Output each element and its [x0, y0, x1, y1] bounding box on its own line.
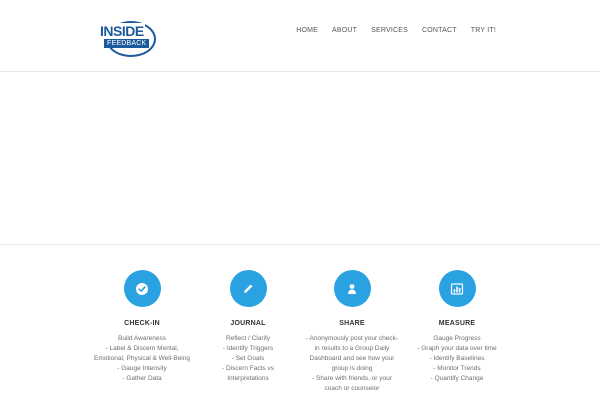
feature-line: coach or counselor — [324, 385, 380, 392]
share-icon-circle[interactable] — [333, 270, 371, 307]
feature-line: - Gather Data — [122, 375, 162, 382]
feature-line: - Monitor Trends — [433, 365, 481, 372]
feature-line: - Set Goals — [231, 355, 265, 362]
inside-feedback-logo[interactable]: INSIDE FEEDBACK — [100, 21, 158, 57]
main-nav: HOME ABOUT SERVICES CONTACT TRY IT! — [289, 26, 503, 36]
nav-home[interactable]: HOME — [289, 26, 325, 36]
feature-description: Build Awareness - Label & Discern Mental… — [90, 334, 194, 384]
feature-line: - Graph your data over time — [417, 345, 497, 352]
feature-share: SHARE - Anonymously post your check- in … — [300, 270, 404, 394]
feature-journal: JOURNAL Reflect / Clarify - Identify Tri… — [196, 270, 300, 384]
feature-line: - Gauge Intensity — [117, 365, 167, 372]
feature-line: - Anonymously post your check- — [305, 335, 399, 342]
feature-description: Reflect / Clarify - Identify Triggers - … — [196, 334, 300, 384]
feature-line: Emotional, Physical & Well-Being — [94, 355, 190, 362]
feature-description: Gauge Progress - Graph your data over ti… — [405, 334, 509, 384]
feature-line: - Discern Facts vs — [221, 365, 274, 372]
feature-line: Gauge Progress — [433, 335, 481, 342]
feature-title: MEASURE — [438, 320, 476, 327]
feature-line: - Identify Baselines — [429, 355, 485, 362]
logo-word-feedback: FEEDBACK — [104, 39, 150, 48]
feature-line: Dashboard and see how your — [309, 355, 395, 362]
feature-line: - Quantify Change — [430, 375, 484, 382]
journal-icon-circle[interactable] — [229, 270, 267, 307]
nav-try-it[interactable]: TRY IT! — [464, 26, 503, 36]
feature-line: in results to a Group Daily — [314, 345, 390, 352]
nav-contact[interactable]: CONTACT — [415, 26, 464, 36]
feature-line: - Identify Triggers — [222, 345, 274, 352]
site-header: INSIDE FEEDBACK HOME ABOUT SERVICES CONT… — [0, 0, 600, 72]
feature-line: Reflect / Clarify — [225, 335, 271, 342]
feature-title: SHARE — [339, 320, 365, 327]
user-icon — [348, 283, 356, 294]
feature-line: group is doing — [331, 365, 373, 372]
feature-title: JOURNAL — [230, 320, 266, 327]
nav-services[interactable]: SERVICES — [364, 26, 415, 36]
feature-check-in: CHECK-IN Build Awareness - Label & Disce… — [90, 270, 194, 384]
check-icon — [136, 282, 148, 295]
nav-about[interactable]: ABOUT — [325, 26, 364, 36]
feature-line: Build Awareness — [118, 335, 166, 342]
hero-area — [0, 73, 600, 244]
feature-title: CHECK-IN — [124, 320, 160, 327]
feature-description: - Anonymously post your check- in result… — [300, 334, 404, 394]
feature-line: - Label & Discern Mental, — [105, 345, 179, 352]
feature-line: Interpretations — [227, 375, 269, 382]
check-in-icon-circle[interactable] — [123, 270, 161, 307]
logo-word-inside: INSIDE — [100, 23, 145, 39]
features-section: CHECK-IN Build Awareness - Label & Disce… — [0, 245, 600, 400]
feature-measure: MEASURE Gauge Progress - Graph your data… — [405, 270, 509, 384]
feature-line: - Share with friends, or your — [312, 375, 392, 382]
bar-chart-icon — [450, 282, 464, 295]
pencil-icon — [244, 284, 253, 293]
measure-icon-circle[interactable] — [438, 270, 476, 307]
